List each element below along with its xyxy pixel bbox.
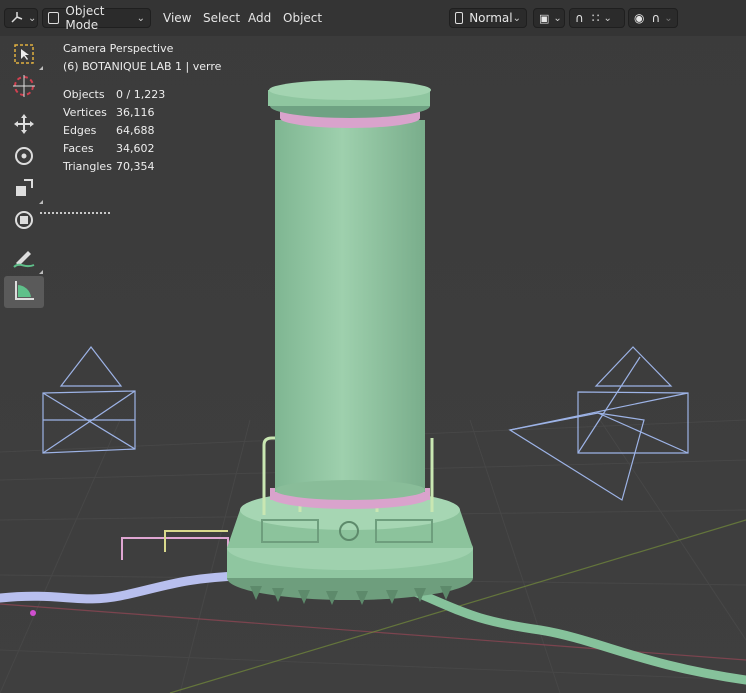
stat-row: Objects 0 / 1,223 bbox=[63, 86, 221, 104]
3d-viewport[interactable]: ⌄ Object Mode ⌄ View Select Add Object N… bbox=[0, 0, 746, 693]
stat-value: 70,354 bbox=[116, 160, 155, 173]
cursor-icon bbox=[12, 74, 36, 102]
snapping-group[interactable]: ∩ ∷ ⌄ bbox=[569, 8, 625, 28]
object-mode-icon bbox=[48, 12, 60, 24]
scale-icon bbox=[14, 178, 34, 202]
stat-value: 64,688 bbox=[116, 124, 155, 137]
editor-type-icon bbox=[10, 10, 24, 27]
viewport-header: ⌄ Object Mode ⌄ View Select Add Object N… bbox=[0, 0, 746, 36]
camera-left bbox=[42, 346, 136, 454]
orientation-label: Normal bbox=[469, 11, 513, 25]
pivot-point-button[interactable]: ▣ ⌄ bbox=[533, 8, 565, 28]
move-icon bbox=[13, 113, 35, 139]
stat-row: Vertices 36,116 bbox=[63, 104, 221, 122]
stat-value: 0 / 1,223 bbox=[116, 88, 166, 101]
stat-label: Triangles bbox=[63, 160, 112, 173]
measure-icon bbox=[13, 279, 35, 305]
mode-label: Object Mode bbox=[65, 4, 105, 32]
toolbar-divider bbox=[40, 212, 110, 214]
stat-row: Faces 34,602 bbox=[63, 140, 221, 158]
pipe-right bbox=[405, 585, 746, 685]
glass-cylinder bbox=[275, 120, 425, 492]
tool-scale[interactable] bbox=[4, 174, 44, 206]
stat-label: Vertices bbox=[63, 106, 107, 119]
tool-select-box[interactable] bbox=[4, 40, 44, 72]
annotate-icon bbox=[12, 247, 36, 273]
stat-row: Triangles 70,354 bbox=[63, 158, 221, 176]
proportional-edit-icon[interactable]: ◉ bbox=[634, 11, 644, 25]
chevron-down-icon: ⌄ bbox=[512, 12, 521, 24]
tool-cursor[interactable] bbox=[4, 72, 44, 104]
menu-view[interactable]: View bbox=[163, 11, 191, 25]
editor-type-button[interactable]: ⌄ bbox=[4, 8, 38, 28]
stat-value: 36,116 bbox=[116, 106, 155, 119]
tool-shelf bbox=[4, 40, 44, 308]
tool-transform[interactable] bbox=[4, 206, 44, 238]
pivot-icon: ▣ bbox=[539, 11, 550, 25]
rotate-icon bbox=[13, 145, 35, 171]
orientation-icon bbox=[455, 12, 464, 24]
falloff-curve-icon[interactable]: ∩ bbox=[651, 11, 660, 25]
collection-line: (6) BOTANIQUE LAB 1 | verre bbox=[63, 60, 222, 73]
tool-measure[interactable] bbox=[4, 276, 44, 308]
stat-label: Faces bbox=[63, 142, 94, 155]
mode-selector[interactable]: Object Mode ⌄ bbox=[42, 4, 151, 32]
menu-add[interactable]: Add bbox=[248, 11, 271, 25]
stat-label: Objects bbox=[63, 88, 105, 101]
view-name: Camera Perspective bbox=[63, 42, 174, 55]
chevron-down-icon: ⌄ bbox=[603, 12, 612, 24]
viewport-info-overlay: Camera Perspective (6) BOTANIQUE LAB 1 |… bbox=[63, 40, 221, 176]
stat-value: 34,602 bbox=[116, 142, 155, 155]
tool-annotate[interactable] bbox=[4, 244, 44, 276]
chevron-down-icon: ⌄ bbox=[664, 12, 673, 24]
transform-icon bbox=[13, 209, 35, 235]
stat-row: Edges 64,688 bbox=[63, 122, 221, 140]
tool-rotate[interactable] bbox=[4, 142, 44, 174]
transform-orientation-selector[interactable]: Normal ⌄ bbox=[449, 8, 527, 28]
menu-select[interactable]: Select bbox=[203, 11, 240, 25]
origin-point bbox=[30, 610, 36, 616]
select-box-icon bbox=[13, 43, 35, 69]
chevron-down-icon: ⌄ bbox=[136, 12, 145, 24]
snap-magnet-icon[interactable]: ∩ bbox=[575, 11, 584, 25]
chevron-down-icon: ⌄ bbox=[553, 12, 562, 24]
tool-move[interactable] bbox=[4, 110, 44, 142]
pipe-left bbox=[0, 571, 245, 604]
proportional-editing-group[interactable]: ◉ ∩ ⌄ bbox=[628, 8, 678, 28]
stat-label: Edges bbox=[63, 124, 97, 137]
chevron-down-icon: ⌄ bbox=[28, 12, 37, 24]
snap-grid-icon[interactable]: ∷ bbox=[592, 11, 600, 25]
menu-object[interactable]: Object bbox=[283, 11, 322, 25]
